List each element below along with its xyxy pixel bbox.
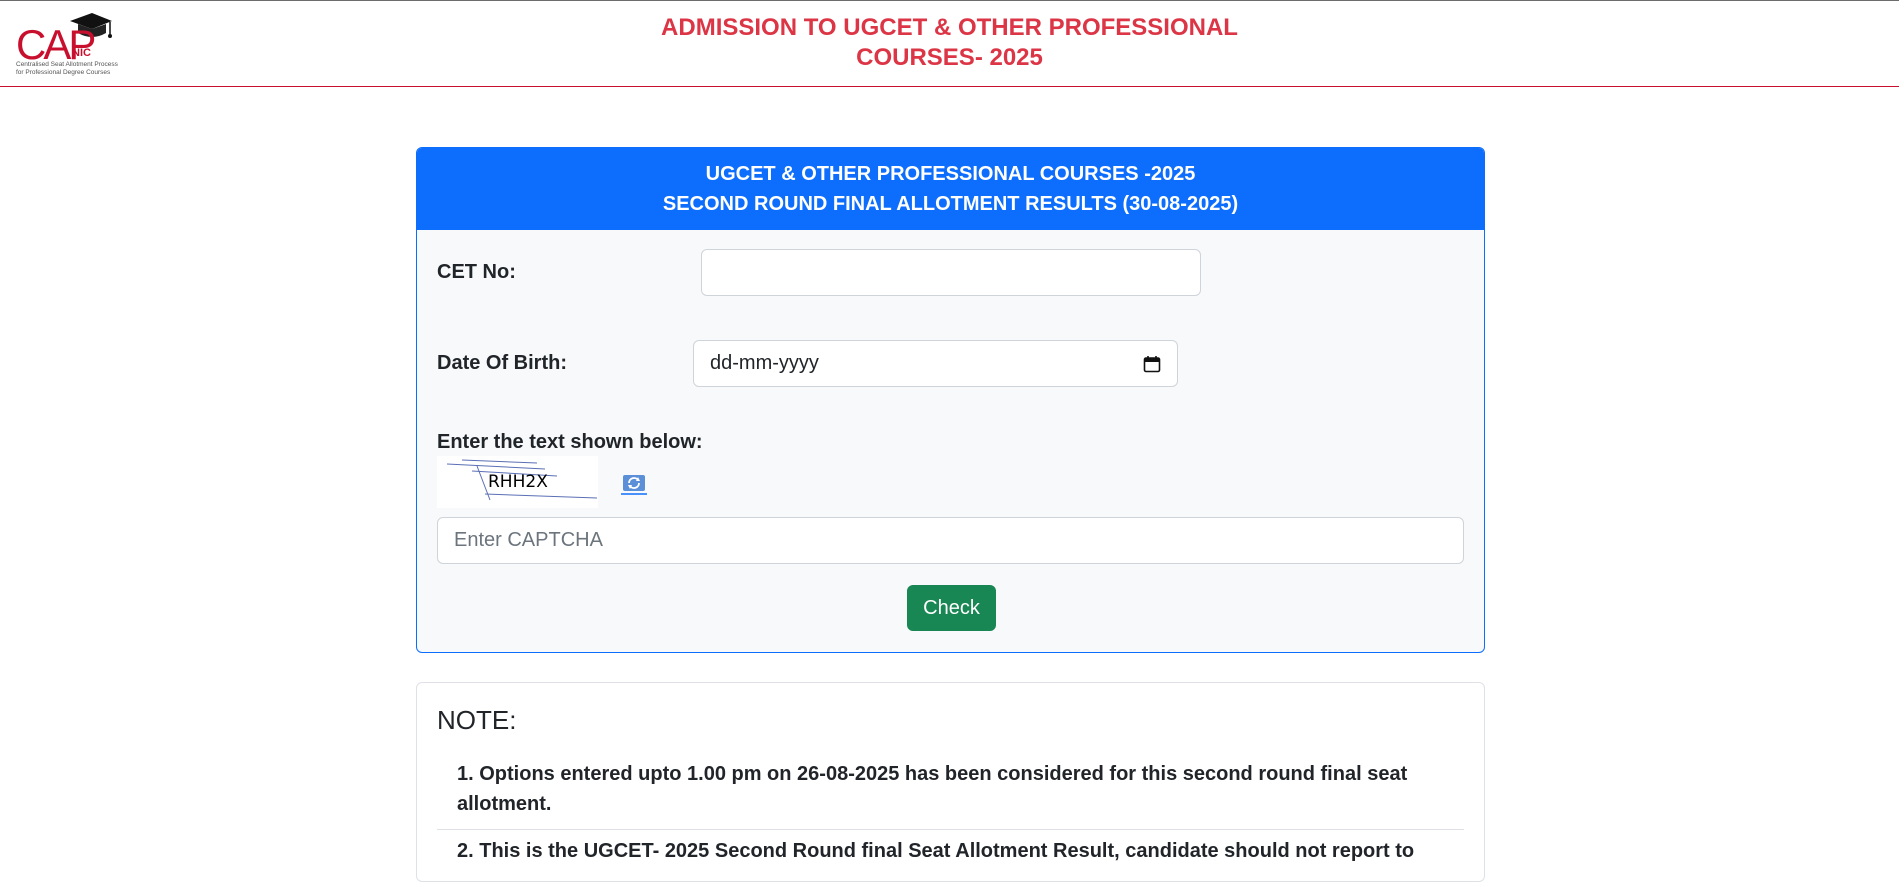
captcha-image: RHH2X: [437, 456, 598, 508]
form-card-header: UGCET & OTHER PROFESSIONAL COURSES -2025…: [417, 148, 1484, 230]
form-header-line-1: UGCET & OTHER PROFESSIONAL COURSES -2025: [705, 163, 1196, 185]
dob-input[interactable]: dd-mm-yyyy: [693, 340, 1178, 387]
refresh-captcha-icon[interactable]: [621, 473, 647, 495]
note-item: 2. This is the UGCET- 2025 Second Round …: [457, 840, 1415, 862]
note-title: NOTE:: [437, 705, 517, 735]
page-title-line-1: ADMISSION TO UGCET & OTHER PROFESSIONAL: [661, 14, 1238, 41]
note-card: NOTE: 1. Options entered upto 1.00 pm on…: [416, 682, 1485, 882]
allotment-form-card: UGCET & OTHER PROFESSIONAL COURSES -2025…: [416, 147, 1485, 653]
calendar-icon[interactable]: [1143, 355, 1161, 373]
cet-no-input[interactable]: [701, 249, 1201, 296]
captcha-input[interactable]: [437, 517, 1464, 564]
note-item: 1. Options entered upto 1.00 pm on 26-08…: [437, 753, 1464, 830]
note-list: 1. Options entered upto 1.00 pm on 26-08…: [437, 753, 1464, 876]
cet-no-label: CET No:: [437, 261, 516, 283]
dob-label: Date Of Birth:: [437, 352, 567, 374]
form-header-line-2: SECOND ROUND FINAL ALLOTMENT RESULTS (30…: [662, 193, 1239, 215]
page-header: CAP NIC Centralised Seat Allotment Proce…: [0, 1, 1899, 87]
page-title-line-2: COURSES- 2025: [856, 44, 1043, 71]
captcha-text: RHH2X: [488, 472, 548, 492]
check-button[interactable]: Check: [907, 585, 996, 631]
captcha-label: Enter the text shown below:: [437, 431, 703, 453]
dob-placeholder: dd-mm-yyyy: [710, 352, 819, 374]
page-title: ADMISSION TO UGCET & OTHER PROFESSIONAL …: [0, 13, 1899, 73]
